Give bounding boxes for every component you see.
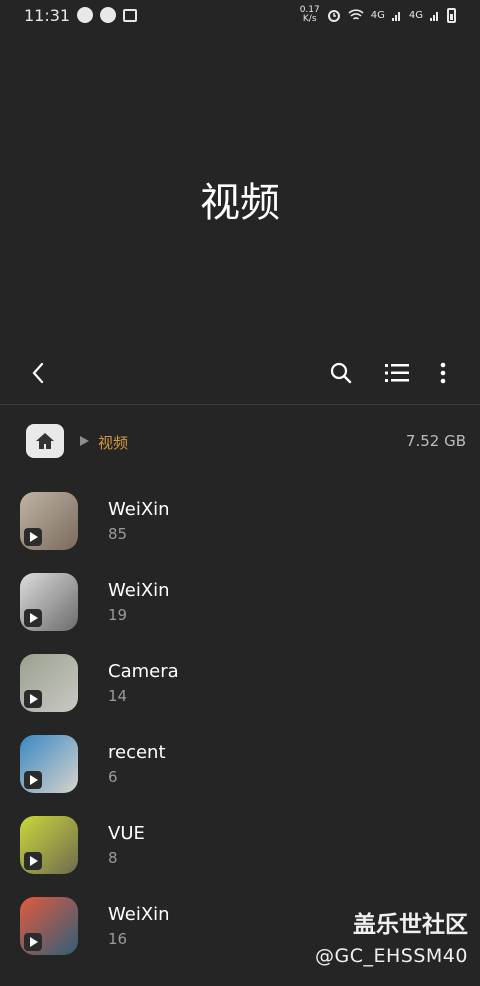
- list-item[interactable]: VUE 8: [0, 804, 480, 885]
- back-arrow-icon: [32, 362, 44, 384]
- list-item[interactable]: WeiXin 19: [0, 561, 480, 642]
- search-icon: [330, 362, 352, 384]
- folder-name: WeiXin: [108, 580, 170, 601]
- folder-count: 16: [108, 930, 128, 948]
- back-button[interactable]: [16, 348, 60, 398]
- video-thumbnail: [20, 654, 78, 712]
- search-button[interactable]: [319, 348, 363, 398]
- folder-count: 85: [108, 525, 128, 543]
- network-speed: 0.17 K/s: [299, 5, 320, 24]
- play-icon: [24, 609, 42, 627]
- video-thumbnail: [20, 735, 78, 793]
- more-vert-icon: [440, 362, 446, 384]
- list-item[interactable]: Camera 14: [0, 642, 480, 723]
- list-item[interactable]: WeiXin 85: [0, 480, 480, 561]
- folder-count: 6: [108, 768, 118, 786]
- page-title: 视频: [200, 180, 280, 226]
- battery-icon: [447, 7, 456, 23]
- home-icon: [36, 433, 54, 449]
- watermark-sub: @GC_EHSSM40: [315, 945, 468, 967]
- alarm-icon: [327, 10, 340, 22]
- play-icon: [24, 852, 42, 870]
- notification-icon: [100, 7, 117, 23]
- play-icon: [24, 933, 42, 951]
- folder-name: VUE: [108, 823, 145, 844]
- play-icon: [24, 690, 42, 708]
- status-time: 11:31: [24, 5, 71, 25]
- play-icon: [24, 771, 42, 789]
- gallery-notification-icon: [123, 8, 138, 22]
- list-view-icon: [385, 364, 409, 382]
- wifi-icon: [348, 8, 364, 20]
- video-thumbnail: [20, 816, 78, 874]
- toolbar: [0, 348, 480, 398]
- home-button[interactable]: [26, 424, 64, 458]
- notification-icon: [77, 7, 94, 23]
- folder-name: WeiXin: [108, 904, 170, 925]
- signal-icon: [391, 12, 400, 21]
- signal-icon: [430, 12, 438, 21]
- video-thumbnail: [20, 897, 78, 955]
- breadcrumb-current[interactable]: 视频: [98, 432, 128, 453]
- play-icon: [24, 528, 42, 546]
- folder-count: 19: [108, 606, 128, 624]
- storage-size: 7.52 GB: [405, 432, 466, 450]
- watermark: 盖乐世社区 @GC_EHSSM40: [315, 905, 468, 967]
- folder-list: WeiXin 85 WeiXin 19 Camera 14 recent 6 VUE 8 WeiXi…: [0, 480, 480, 966]
- video-thumbnail: [20, 492, 78, 550]
- watermark-main: 盖乐世社区: [353, 912, 468, 938]
- sim1-network-label: 4G: [370, 9, 385, 21]
- video-thumbnail: [20, 573, 78, 631]
- breadcrumb-separator-icon: [80, 436, 89, 446]
- list-item[interactable]: recent 6: [0, 723, 480, 804]
- folder-name: recent: [108, 742, 166, 763]
- folder-count: 8: [108, 849, 118, 867]
- folder-name: WeiXin: [108, 499, 170, 520]
- more-options-button[interactable]: [421, 348, 465, 398]
- view-mode-button[interactable]: [375, 348, 419, 398]
- sim2-network-label: 4G: [408, 9, 423, 21]
- folder-count: 14: [108, 687, 128, 705]
- divider: [0, 404, 480, 405]
- status-bar: 11:31 0.17 K/s 4G 4G: [0, 0, 480, 30]
- breadcrumb: 视频 7.52 GB: [0, 418, 480, 468]
- folder-name: Camera: [108, 661, 179, 682]
